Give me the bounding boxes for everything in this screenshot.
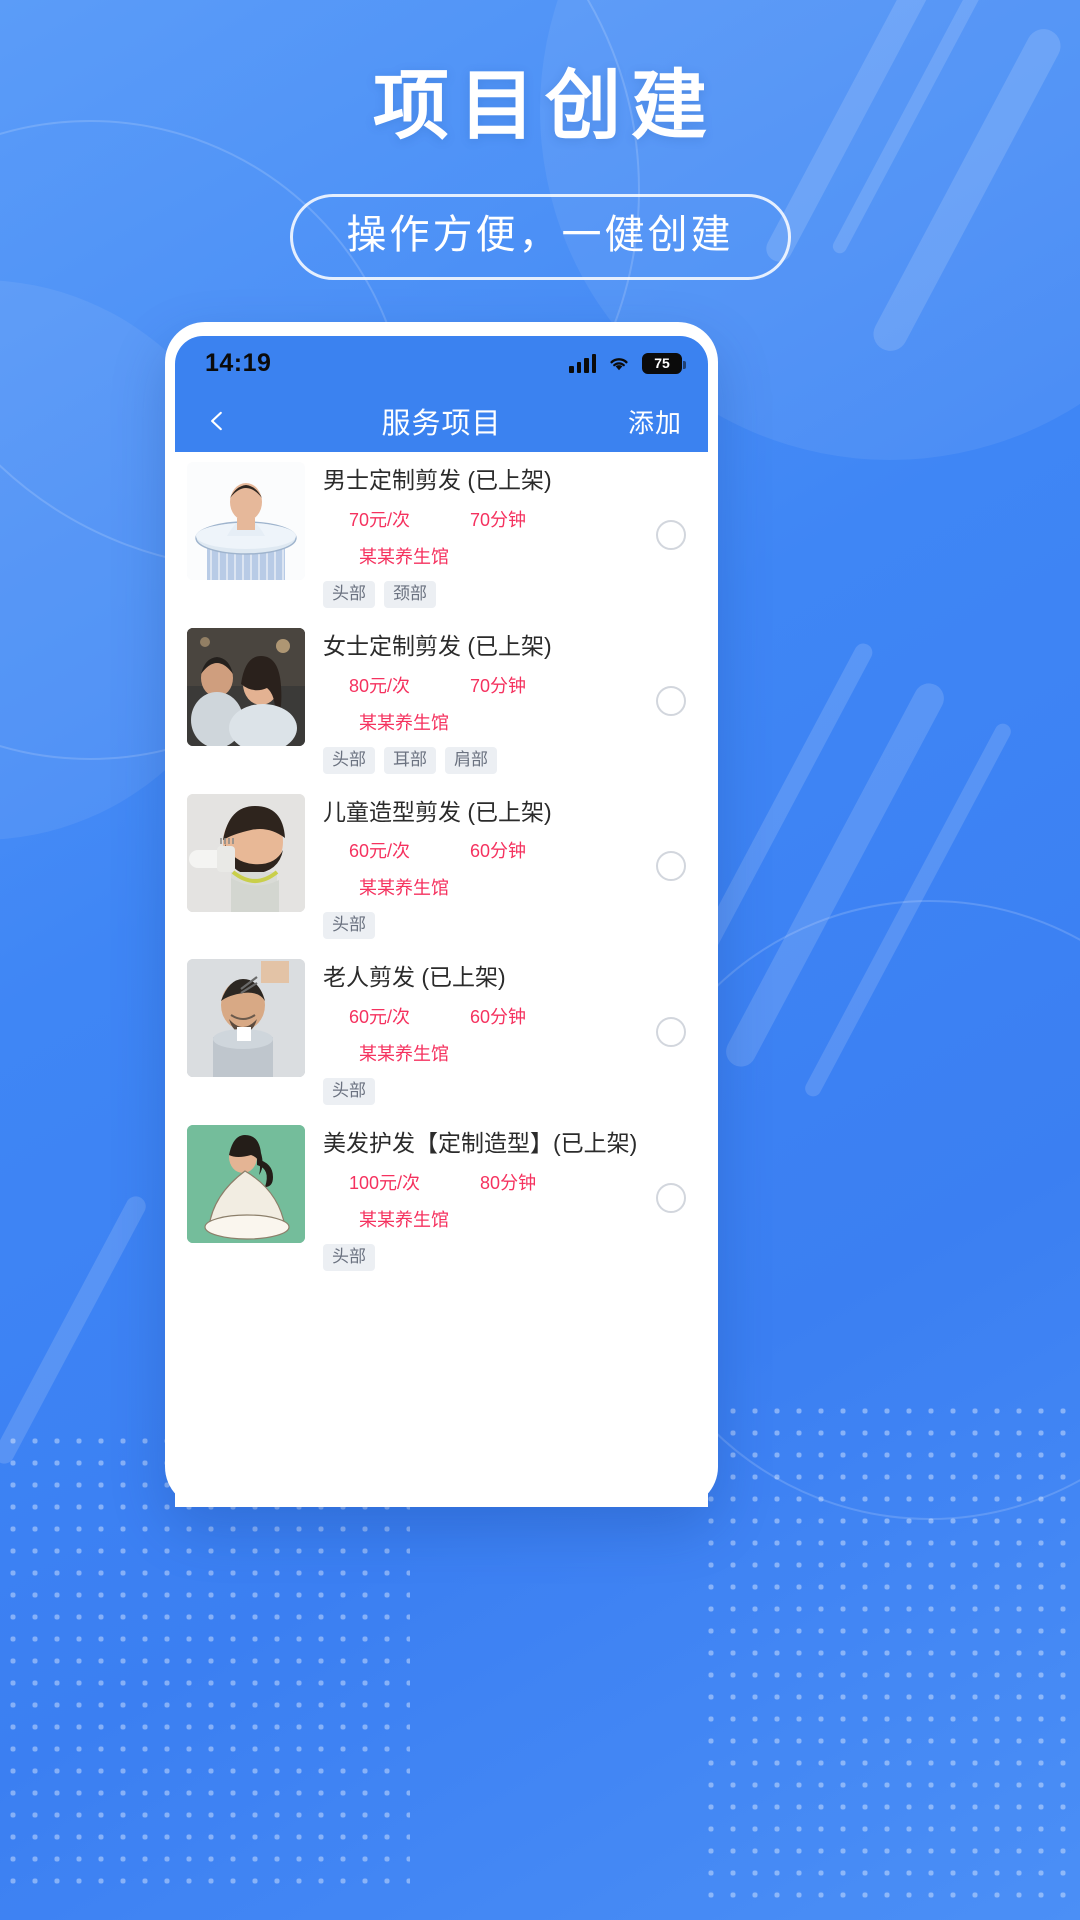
service-tag: 头部 xyxy=(323,1243,375,1271)
service-price: 100元/次 xyxy=(349,1172,421,1193)
battery-icon: 75 xyxy=(642,352,686,374)
page-title: 项目创建 xyxy=(373,64,717,149)
hero-section: 项目创建 操作方便，一健创建 xyxy=(0,0,1080,280)
service-tag: 头部 xyxy=(323,1078,375,1105)
status-bar-time: 14:19 xyxy=(205,348,272,377)
service-shop: 某某养生馆 xyxy=(359,1044,449,1064)
service-price: 60元/次 xyxy=(349,1007,411,1027)
service-tag: 头部 xyxy=(323,746,375,774)
service-duration: 60分钟 xyxy=(470,1007,527,1027)
list-item-body: 女士定制剪发 (已上架) 80元/次 70分钟 某某养生馆 头部 耳部 肩部 xyxy=(305,628,708,774)
service-tags: 头部 颈部 xyxy=(323,580,708,608)
service-photo-mens-haircut xyxy=(187,462,305,580)
list-item[interactable]: 老人剪发 (已上架) 60元/次 60分钟 某某养生馆 头部 xyxy=(175,949,708,1115)
select-radio[interactable] xyxy=(656,685,686,716)
service-title: 男士定制剪发 (已上架) xyxy=(323,467,552,493)
wifi-icon xyxy=(607,354,631,372)
service-tag: 颈部 xyxy=(384,580,436,608)
service-meta: 70元/次 70分钟 xyxy=(323,506,708,532)
status-bar: 14:19 75 xyxy=(175,336,708,390)
add-button[interactable]: 添加 xyxy=(628,403,682,440)
service-photo-kids-haircut xyxy=(187,793,305,912)
service-duration: 70分钟 xyxy=(470,675,527,696)
service-shop: 某某养生馆 xyxy=(359,712,449,733)
list-item-body: 儿童造型剪发 (已上架) 60元/次 60分钟 某某养生馆 头部 xyxy=(305,794,708,940)
list-item[interactable]: 男士定制剪发 (已上架) 70元/次 70分钟 某某养生馆 头部 颈部 xyxy=(175,452,708,618)
list-item[interactable]: 女士定制剪发 (已上架) 80元/次 70分钟 某某养生馆 头部 耳部 肩部 xyxy=(175,618,708,784)
nav-bar: 服务项目 添加 xyxy=(175,390,708,452)
service-price: 60元/次 xyxy=(349,841,411,862)
phone-mockup: 14:19 75 服务项目 添加 男士定制剪发 (已上架) 70元/次 70分钟… xyxy=(165,322,718,1507)
list-item[interactable]: 儿童造型剪发 (已上架) 60元/次 60分钟 某某养生馆 头部 xyxy=(175,784,708,950)
decor-slash-7 xyxy=(0,1192,150,1468)
service-list: 男士定制剪发 (已上架) 70元/次 70分钟 某某养生馆 头部 颈部 女士定制… xyxy=(175,452,708,1281)
select-radio[interactable] xyxy=(656,519,686,550)
service-shop: 某某养生馆 xyxy=(359,546,449,567)
service-title: 女士定制剪发 (已上架) xyxy=(323,632,552,659)
service-photo-senior-haircut xyxy=(187,959,305,1078)
service-photo-hair-care xyxy=(187,1125,305,1243)
service-title: 儿童造型剪发 (已上架) xyxy=(323,798,552,825)
service-tags: 头部 耳部 肩部 xyxy=(323,746,708,774)
phone-screen: 14:19 75 服务项目 添加 男士定制剪发 (已上架) 70元/次 70分钟… xyxy=(175,336,708,1507)
service-meta: 100元/次 80分钟 xyxy=(323,1169,708,1195)
service-photo-womens-haircut xyxy=(187,627,305,746)
service-duration: 60分钟 xyxy=(470,841,527,862)
status-bar-indicators: 75 xyxy=(569,352,686,374)
service-tag: 头部 xyxy=(323,580,375,608)
service-meta: 80元/次 70分钟 xyxy=(323,672,708,698)
list-item-body: 美发护发【定制造型】(已上架) 100元/次 80分钟 某某养生馆 头部 xyxy=(305,1125,708,1271)
service-shop: 某某养生馆 xyxy=(359,878,449,899)
decor-slash-5 xyxy=(720,678,950,1072)
select-radio[interactable] xyxy=(656,1182,686,1213)
service-tag: 耳部 xyxy=(384,746,436,774)
decor-slash-6 xyxy=(802,720,1014,1100)
list-item-body: 男士定制剪发 (已上架) 70元/次 70分钟 某某养生馆 头部 颈部 xyxy=(305,462,708,608)
service-tag: 头部 xyxy=(323,912,375,940)
list-item[interactable]: 美发护发【定制造型】(已上架) 100元/次 80分钟 某某养生馆 头部 xyxy=(175,1115,708,1281)
chevron-left-icon xyxy=(211,411,222,431)
list-item-body: 老人剪发 (已上架) 60元/次 60分钟 某某养生馆 头部 xyxy=(305,959,708,1105)
service-tags: 头部 xyxy=(323,912,708,940)
service-tags: 头部 xyxy=(323,1243,708,1271)
service-meta: 60元/次 60分钟 xyxy=(323,1003,708,1029)
signal-bars-icon xyxy=(569,353,596,373)
service-meta: 60元/次 60分钟 xyxy=(323,837,708,863)
promo-page: 项目创建 操作方便，一健创建 14:19 75 服务项目 添加 男士定制剪发 (… xyxy=(0,0,1080,1920)
decor-dot-grid-right xyxy=(700,1400,1080,1900)
service-shop: 某某养生馆 xyxy=(359,1209,449,1230)
service-title: 老人剪发 (已上架) xyxy=(323,964,506,991)
service-tags: 头部 xyxy=(323,1078,708,1105)
back-button[interactable] xyxy=(197,401,237,441)
service-duration: 70分钟 xyxy=(470,509,527,530)
service-tag: 肩部 xyxy=(445,746,497,774)
select-radio[interactable] xyxy=(656,1017,686,1048)
hero-subtitle-pill: 操作方便，一健创建 xyxy=(289,193,791,280)
service-price: 70元/次 xyxy=(349,509,411,530)
service-price: 80元/次 xyxy=(349,675,411,696)
service-title: 美发护发【定制造型】(已上架) xyxy=(323,1130,638,1156)
battery-level-label: 75 xyxy=(654,355,670,371)
service-duration: 80分钟 xyxy=(480,1172,537,1193)
